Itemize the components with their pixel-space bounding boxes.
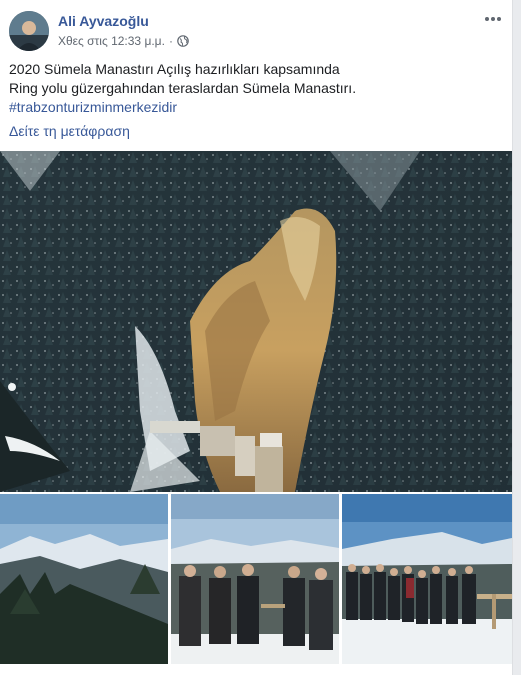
main-photo[interactable]	[0, 151, 512, 492]
post-text-line-2: Ring yolu güzergahından teraslardan Süme…	[9, 80, 357, 96]
meta-separator: ·	[168, 34, 173, 48]
photo-thumbnails	[0, 494, 512, 664]
thumbnail-photo-2[interactable]	[171, 494, 339, 664]
thumbnail-photo-1[interactable]	[0, 494, 168, 664]
see-translation-link[interactable]: Δείτε τη μετάφραση	[9, 123, 130, 139]
post-meta: Χθες στις 12:33 μ.μ. ·	[58, 34, 189, 48]
more-options-icon[interactable]	[482, 10, 504, 28]
post-timestamp[interactable]: Χθες στις 12:33 μ.μ.	[58, 34, 165, 48]
hashtag-link[interactable]: #trabzonturizminmerkezidir	[9, 98, 504, 117]
author-avatar[interactable]	[9, 11, 49, 51]
globe-icon[interactable]	[177, 35, 189, 47]
facebook-post: Ali Ayvazoğlu Χθες στις 12:33 μ.μ. · 202…	[0, 0, 513, 675]
post-text-line-1: 2020 Sümela Manastırı Açılış hazırlıklar…	[9, 61, 340, 77]
post-header: Ali Ayvazoğlu Χθες στις 12:33 μ.μ. ·	[0, 0, 512, 58]
post-text: 2020 Sümela Manastırı Açılış hazırlıklar…	[9, 60, 504, 117]
thumbnail-photo-3[interactable]	[342, 494, 512, 664]
author-name[interactable]: Ali Ayvazoğlu	[58, 13, 149, 29]
